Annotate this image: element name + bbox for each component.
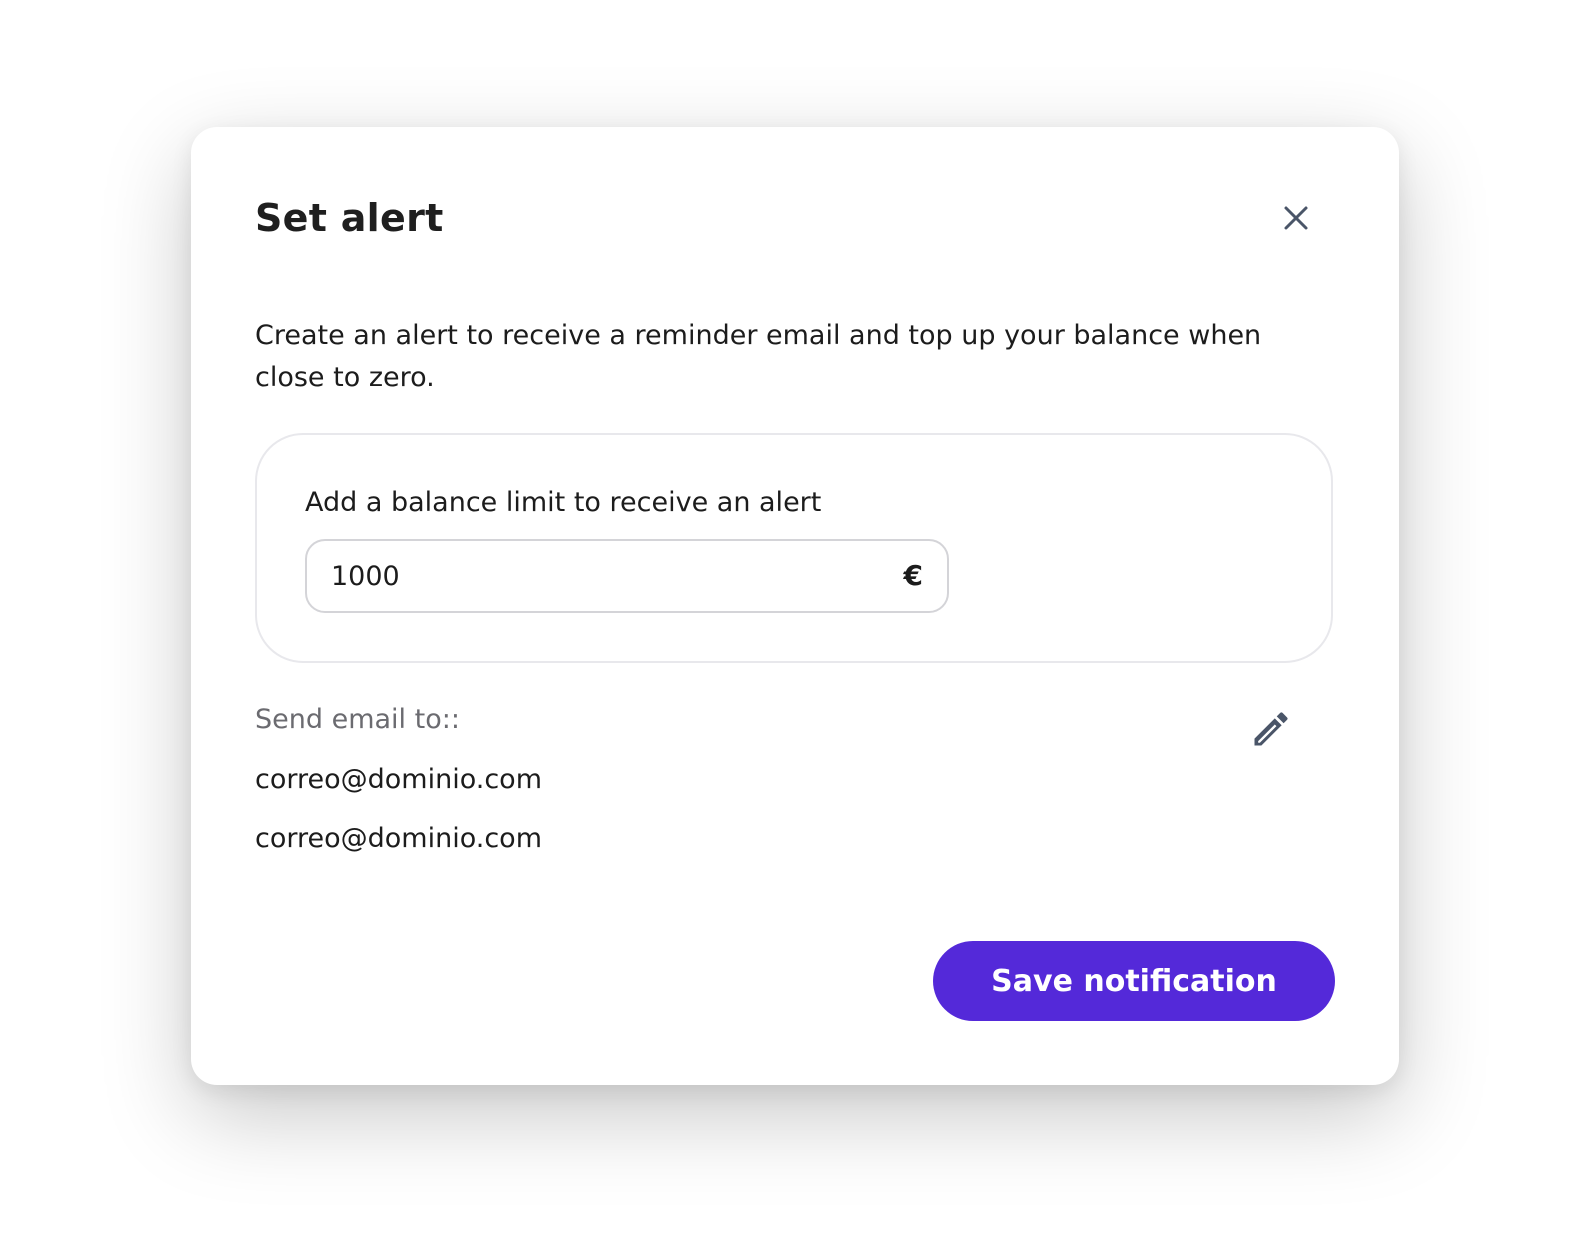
- dialog-description: Create an alert to receive a reminder em…: [255, 320, 1262, 393]
- edit-recipients-button[interactable]: [1249, 707, 1293, 751]
- balance-limit-card: Add a balance limit to receive an alert …: [255, 433, 1333, 663]
- save-notification-button[interactable]: Save notification: [933, 941, 1335, 1021]
- recipient-email: correo@dominio.com: [255, 823, 542, 854]
- recipient-email: correo@dominio.com: [255, 764, 542, 795]
- close-icon: [1284, 206, 1308, 230]
- balance-limit-input[interactable]: [331, 541, 851, 611]
- send-email-label: Send email to::: [255, 704, 460, 735]
- set-alert-dialog: Set alert Create an alert to receive a r…: [191, 127, 1399, 1085]
- euro-icon: €: [903, 559, 923, 592]
- balance-limit-field[interactable]: €: [305, 539, 949, 613]
- page-backdrop: Set alert Create an alert to receive a r…: [0, 0, 1588, 1258]
- dialog-title: Set alert: [255, 196, 444, 240]
- pencil-icon: [1254, 712, 1288, 746]
- close-button[interactable]: [1278, 200, 1314, 236]
- balance-limit-label: Add a balance limit to receive an alert: [305, 487, 822, 518]
